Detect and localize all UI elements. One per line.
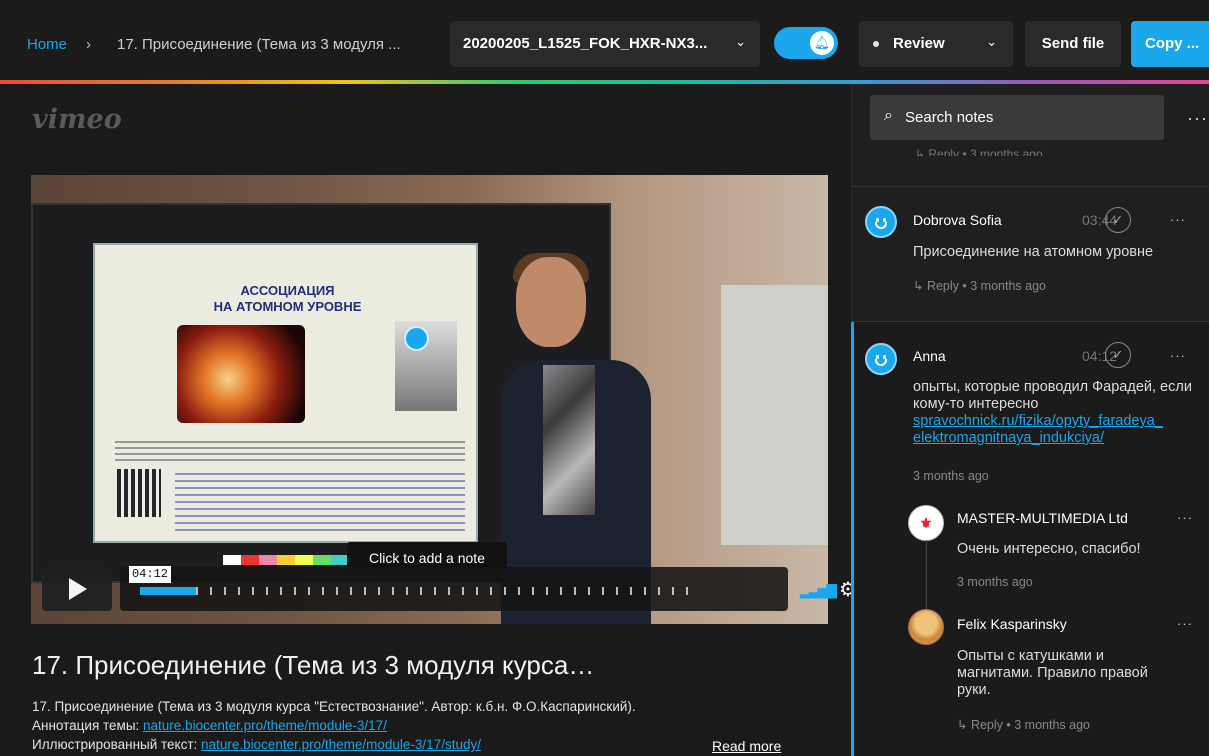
note-menu-icon[interactable]: ··· xyxy=(1170,212,1186,227)
reply-link[interactable]: ↳ Reply • 3 months ago xyxy=(957,717,1090,732)
progress-bar[interactable] xyxy=(140,587,696,595)
note-link[interactable]: spravochnick.ru/fizika/opyty_faradeya_ el… xyxy=(913,413,1163,446)
description-line-2: Аннотация темы: nature.biocenter.pro/the… xyxy=(32,716,832,735)
qr-code xyxy=(117,469,161,517)
volume-icon[interactable]: ▂▃▅▇ xyxy=(800,582,837,599)
note-text: опыты, которые проводил Фарадей, если ко… xyxy=(913,379,1198,447)
lecture-slide: АССОЦИАЦИЯ НА АТОМНОМ УРОВНЕ xyxy=(93,243,478,543)
note-link-line2: elektromagnitnaya_indukciya/ xyxy=(913,430,1105,446)
galaxy-image xyxy=(177,325,305,423)
avatar xyxy=(908,609,944,645)
copy-button[interactable]: Copy ... xyxy=(1131,21,1209,67)
review-dropdown[interactable]: Review ⌄ xyxy=(859,21,1013,67)
version-select[interactable]: 20200205_L1525_FOK_HXR-NX3... ⌄ xyxy=(450,21,760,67)
annotation-label: Аннотация темы: xyxy=(32,718,144,733)
reply-text: Очень интересно, спасибо! xyxy=(957,541,1141,557)
check-circle-icon[interactable]: ✓ xyxy=(1105,207,1131,233)
video-title: 17. Присоединение (Тема из 3 модуля курс… xyxy=(32,650,595,680)
whiteboard xyxy=(721,285,828,545)
bell-icon: 🔔︎ xyxy=(810,31,834,55)
lecturer-shirt xyxy=(543,365,595,515)
lecturer-head xyxy=(516,257,586,347)
slide-text xyxy=(115,441,465,463)
reply-menu-icon[interactable]: ··· xyxy=(1177,510,1193,525)
note-marker[interactable] xyxy=(404,326,429,351)
slide-title-line1: АССОЦИАЦИЯ xyxy=(240,283,335,298)
play-button[interactable] xyxy=(42,567,112,611)
search-placeholder: Search notes xyxy=(905,109,994,126)
time-tooltip: 04:12 xyxy=(129,566,171,583)
read-more-link[interactable]: Read more xyxy=(712,738,781,754)
check-circle-icon[interactable]: ✓ xyxy=(1105,342,1131,368)
reply-author[interactable]: MASTER-MULTIMEDIA Ltd xyxy=(957,510,1128,526)
note-meta: 3 months ago xyxy=(913,469,989,483)
slide-title-line2: НА АТОМНОМ УРОВНЕ xyxy=(213,299,362,314)
progress-played xyxy=(140,587,196,595)
note-text-body: опыты, которые проводил Фарадей, если ко… xyxy=(913,379,1192,412)
reply-link[interactable]: ↳ Reply • 3 months ago xyxy=(913,278,1046,293)
version-label: 20200205_L1525_FOK_HXR-NX3... xyxy=(463,35,708,52)
breadcrumb-current-page[interactable]: 17. Присоединение (Тема из 3 модуля ... xyxy=(117,36,427,53)
avatar xyxy=(865,343,897,375)
description-line-1: 17. Присоединение (Тема из 3 модуля курс… xyxy=(32,699,636,714)
search-icon: ⌕ xyxy=(884,107,893,124)
progress-track[interactable]: ▂▃▅▇ ⚙ ⛶ xyxy=(120,567,876,611)
play-icon xyxy=(69,578,87,600)
avatar xyxy=(865,206,897,238)
search-notes-input[interactable]: ⌕ Search notes xyxy=(870,95,1164,140)
avatar: ⚜ xyxy=(908,505,944,541)
slide-title: АССОЦИАЦИЯ НА АТОМНОМ УРОВНЕ xyxy=(95,283,480,315)
status-dot-icon xyxy=(873,41,879,47)
review-label: Review xyxy=(893,35,945,52)
chevron-down-icon: ⌄ xyxy=(735,34,746,49)
note-text: Присоединение на атомном уровне xyxy=(913,244,1154,260)
breadcrumb-home[interactable]: Home xyxy=(27,36,67,53)
reply-menu-icon[interactable]: ··· xyxy=(1177,616,1193,631)
note-link-line1: spravochnick.ru/fizika/opyty_faradeya_ xyxy=(913,413,1163,429)
vimeo-logo: vimeo xyxy=(32,104,122,135)
reply-text: Опыты с катушками и магнитами. Правило п… xyxy=(957,648,1148,698)
more-options-icon[interactable]: ··· xyxy=(1187,108,1208,129)
active-note-indicator xyxy=(851,322,854,756)
divider xyxy=(851,186,1209,187)
illustrated-text-link[interactable]: nature.biocenter.pro/theme/module-3/17/s… xyxy=(201,737,481,752)
note-author[interactable]: Anna xyxy=(913,348,946,364)
illustrated-text-label: Иллюстрированный текст: xyxy=(32,737,202,752)
previous-reply-meta: ↳ Reply • 3 months ago xyxy=(915,147,1043,156)
slide-text-blue xyxy=(175,473,465,533)
send-file-button[interactable]: Send file xyxy=(1025,21,1121,67)
reply-meta: 3 months ago xyxy=(957,575,1033,589)
thread-line xyxy=(926,540,927,620)
chevron-down-icon: ⌄ xyxy=(986,34,997,49)
note-author[interactable]: Dobrova Sofia xyxy=(913,212,1002,228)
note-menu-icon[interactable]: ··· xyxy=(1170,348,1186,363)
reply-author[interactable]: Felix Kasparinsky xyxy=(957,616,1067,632)
breadcrumb-separator-icon: › xyxy=(86,36,91,53)
notifications-toggle[interactable]: 🔔︎ xyxy=(774,27,838,59)
annotation-link[interactable]: nature.biocenter.pro/theme/module-3/17/ xyxy=(143,718,387,733)
